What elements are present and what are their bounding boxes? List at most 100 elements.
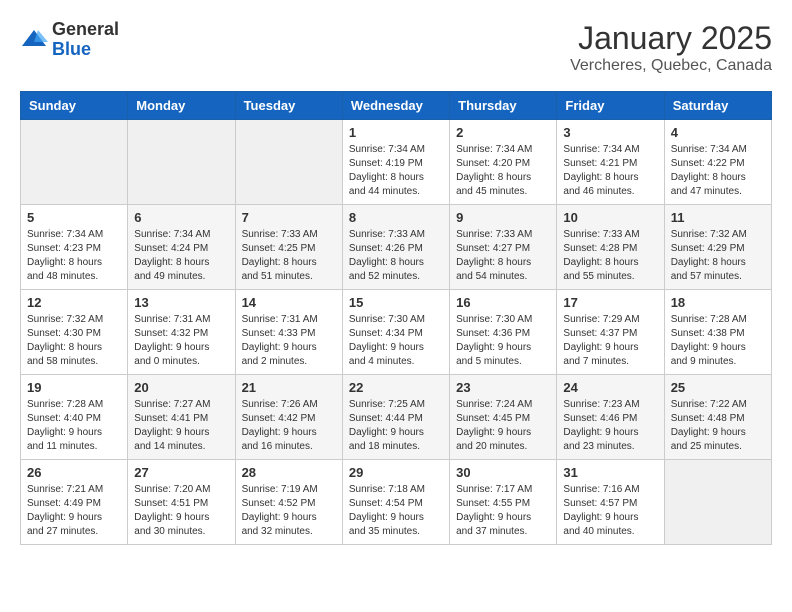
calendar-cell: 23Sunrise: 7:24 AM Sunset: 4:45 PM Dayli… bbox=[450, 375, 557, 460]
calendar-cell: 16 Sunrise: 7:30 AM Sunset: 4:36 PM Dayli… bbox=[450, 290, 557, 375]
day-info: Sunrise: 7:33 AM Sunset: 4:25 PM Dayligh… bbox=[242, 228, 336, 284]
day-number: 16 bbox=[456, 295, 550, 310]
day-number: 11 bbox=[671, 210, 765, 225]
day-number: 31 bbox=[563, 465, 657, 480]
day-number: 27 bbox=[134, 465, 228, 480]
day-number: 2 bbox=[456, 125, 550, 140]
calendar-cell: 12Sunrise: 7:32 AM Sunset: 4:30 PM Dayli… bbox=[21, 290, 128, 375]
calendar-cell: 22Sunrise: 7:25 AM Sunset: 4:44 PM Dayli… bbox=[342, 375, 449, 460]
day-number: 25 bbox=[671, 380, 765, 395]
day-info: Sunrise: 7:29 AM Sunset: 4:37 PM Dayligh… bbox=[563, 313, 657, 369]
day-info: Sunrise: 7:22 AM Sunset: 4:48 PM Dayligh… bbox=[671, 398, 765, 454]
calendar-cell: 9Sunrise: 7:33 AM Sunset: 4:27 PM Daylig… bbox=[450, 205, 557, 290]
calendar-cell: 7Sunrise: 7:33 AM Sunset: 4:25 PM Daylig… bbox=[235, 205, 342, 290]
weekday-header-sunday: Sunday bbox=[21, 92, 128, 120]
day-info: Sunrise: 7:17 AM Sunset: 4:55 PM Dayligh… bbox=[456, 483, 550, 539]
logo-text: General Blue bbox=[52, 20, 119, 60]
day-number: 18 bbox=[671, 295, 765, 310]
calendar-cell: 6Sunrise: 7:34 AM Sunset: 4:24 PM Daylig… bbox=[128, 205, 235, 290]
logo: General Blue bbox=[20, 20, 119, 60]
logo-blue: Blue bbox=[52, 39, 91, 59]
calendar-cell: 27 Sunrise: 7:20 AM Sunset: 4:51 PM Dayli… bbox=[128, 460, 235, 545]
calendar-cell: 28 Sunrise: 7:19 AM Sunset: 4:52 PM Dayli… bbox=[235, 460, 342, 545]
day-number: 30 bbox=[456, 465, 550, 480]
day-info: Sunrise: 7:19 AM Sunset: 4:52 PM Dayligh… bbox=[242, 483, 336, 539]
day-info: Sunrise: 7:34 AM Sunset: 4:21 PM Dayligh… bbox=[563, 143, 657, 199]
day-info: Sunrise: 7:16 AM Sunset: 4:57 PM Dayligh… bbox=[563, 483, 657, 539]
calendar-week-4: 19 Sunrise: 7:28 AM Sunset: 4:40 PM Dayli… bbox=[21, 375, 772, 460]
day-number: 1 bbox=[349, 125, 443, 140]
day-number: 8 bbox=[349, 210, 443, 225]
day-info: Sunrise: 7:21 AM Sunset: 4:49 PM Dayligh… bbox=[27, 483, 121, 539]
weekday-header-monday: Monday bbox=[128, 92, 235, 120]
calendar-cell: 8Sunrise: 7:33 AM Sunset: 4:26 PM Daylig… bbox=[342, 205, 449, 290]
calendar-cell: 29Sunrise: 7:18 AM Sunset: 4:54 PM Dayli… bbox=[342, 460, 449, 545]
day-info: Sunrise: 7:23 AM Sunset: 4:46 PM Dayligh… bbox=[563, 398, 657, 454]
calendar-cell bbox=[235, 120, 342, 205]
day-number: 24 bbox=[563, 380, 657, 395]
day-number: 26 bbox=[27, 465, 121, 480]
day-info: Sunrise: 7:32 AM Sunset: 4:30 PM Dayligh… bbox=[27, 313, 121, 369]
calendar-cell: 20 Sunrise: 7:27 AM Sunset: 4:41 PM Dayli… bbox=[128, 375, 235, 460]
month-year-title: January 2025 bbox=[570, 20, 772, 57]
day-info: Sunrise: 7:33 AM Sunset: 4:28 PM Dayligh… bbox=[563, 228, 657, 284]
day-info: Sunrise: 7:34 AM Sunset: 4:20 PM Dayligh… bbox=[456, 143, 550, 199]
calendar-week-2: 5Sunrise: 7:34 AM Sunset: 4:23 PM Daylig… bbox=[21, 205, 772, 290]
calendar-cell: 18 Sunrise: 7:28 AM Sunset: 4:38 PM Dayli… bbox=[664, 290, 771, 375]
location-subtitle: Vercheres, Quebec, Canada bbox=[570, 57, 772, 75]
page-header: General Blue January 2025 Vercheres, Que… bbox=[20, 20, 772, 75]
day-info: Sunrise: 7:31 AM Sunset: 4:32 PM Dayligh… bbox=[134, 313, 228, 369]
title-block: January 2025 Vercheres, Quebec, Canada bbox=[570, 20, 772, 75]
day-info: Sunrise: 7:30 AM Sunset: 4:34 PM Dayligh… bbox=[349, 313, 443, 369]
calendar-week-3: 12Sunrise: 7:32 AM Sunset: 4:30 PM Dayli… bbox=[21, 290, 772, 375]
calendar-cell: 10 Sunrise: 7:33 AM Sunset: 4:28 PM Dayli… bbox=[557, 205, 664, 290]
calendar-cell: 4 Sunrise: 7:34 AM Sunset: 4:22 PM Daylig… bbox=[664, 120, 771, 205]
calendar-cell: 25 Sunrise: 7:22 AM Sunset: 4:48 PM Dayli… bbox=[664, 375, 771, 460]
calendar-week-1: 1 Sunrise: 7:34 AM Sunset: 4:19 PM Daylig… bbox=[21, 120, 772, 205]
day-info: Sunrise: 7:27 AM Sunset: 4:41 PM Dayligh… bbox=[134, 398, 228, 454]
calendar-body: 1 Sunrise: 7:34 AM Sunset: 4:19 PM Daylig… bbox=[21, 120, 772, 545]
day-number: 28 bbox=[242, 465, 336, 480]
calendar-cell: 5Sunrise: 7:34 AM Sunset: 4:23 PM Daylig… bbox=[21, 205, 128, 290]
calendar-cell: 11 Sunrise: 7:32 AM Sunset: 4:29 PM Dayli… bbox=[664, 205, 771, 290]
day-info: Sunrise: 7:32 AM Sunset: 4:29 PM Dayligh… bbox=[671, 228, 765, 284]
weekday-header-friday: Friday bbox=[557, 92, 664, 120]
day-number: 10 bbox=[563, 210, 657, 225]
calendar-table: SundayMondayTuesdayWednesdayThursdayFrid… bbox=[20, 91, 772, 545]
logo-general: General bbox=[52, 19, 119, 39]
weekday-header-wednesday: Wednesday bbox=[342, 92, 449, 120]
weekday-header-thursday: Thursday bbox=[450, 92, 557, 120]
day-number: 29 bbox=[349, 465, 443, 480]
calendar-cell: 24 Sunrise: 7:23 AM Sunset: 4:46 PM Dayli… bbox=[557, 375, 664, 460]
calendar-cell: 3 Sunrise: 7:34 AM Sunset: 4:21 PM Daylig… bbox=[557, 120, 664, 205]
calendar-cell: 30 Sunrise: 7:17 AM Sunset: 4:55 PM Dayli… bbox=[450, 460, 557, 545]
weekday-header-saturday: Saturday bbox=[664, 92, 771, 120]
day-info: Sunrise: 7:25 AM Sunset: 4:44 PM Dayligh… bbox=[349, 398, 443, 454]
day-info: Sunrise: 7:30 AM Sunset: 4:36 PM Dayligh… bbox=[456, 313, 550, 369]
day-info: Sunrise: 7:34 AM Sunset: 4:22 PM Dayligh… bbox=[671, 143, 765, 199]
day-info: Sunrise: 7:28 AM Sunset: 4:40 PM Dayligh… bbox=[27, 398, 121, 454]
day-number: 17 bbox=[563, 295, 657, 310]
calendar-week-5: 26 Sunrise: 7:21 AM Sunset: 4:49 PM Dayli… bbox=[21, 460, 772, 545]
calendar-cell: 13 Sunrise: 7:31 AM Sunset: 4:32 PM Dayli… bbox=[128, 290, 235, 375]
calendar-cell: 26 Sunrise: 7:21 AM Sunset: 4:49 PM Dayli… bbox=[21, 460, 128, 545]
calendar-cell: 19 Sunrise: 7:28 AM Sunset: 4:40 PM Dayli… bbox=[21, 375, 128, 460]
day-number: 20 bbox=[134, 380, 228, 395]
day-number: 4 bbox=[671, 125, 765, 140]
day-info: Sunrise: 7:28 AM Sunset: 4:38 PM Dayligh… bbox=[671, 313, 765, 369]
calendar-cell: 14Sunrise: 7:31 AM Sunset: 4:33 PM Dayli… bbox=[235, 290, 342, 375]
calendar-cell bbox=[664, 460, 771, 545]
day-info: Sunrise: 7:26 AM Sunset: 4:42 PM Dayligh… bbox=[242, 398, 336, 454]
calendar-cell bbox=[128, 120, 235, 205]
day-info: Sunrise: 7:20 AM Sunset: 4:51 PM Dayligh… bbox=[134, 483, 228, 539]
day-info: Sunrise: 7:34 AM Sunset: 4:19 PM Dayligh… bbox=[349, 143, 443, 199]
day-number: 13 bbox=[134, 295, 228, 310]
day-number: 23 bbox=[456, 380, 550, 395]
calendar-cell: 17 Sunrise: 7:29 AM Sunset: 4:37 PM Dayli… bbox=[557, 290, 664, 375]
day-number: 15 bbox=[349, 295, 443, 310]
weekday-header-row: SundayMondayTuesdayWednesdayThursdayFrid… bbox=[21, 92, 772, 120]
calendar-cell: 1 Sunrise: 7:34 AM Sunset: 4:19 PM Daylig… bbox=[342, 120, 449, 205]
day-number: 3 bbox=[563, 125, 657, 140]
day-number: 14 bbox=[242, 295, 336, 310]
day-number: 19 bbox=[27, 380, 121, 395]
